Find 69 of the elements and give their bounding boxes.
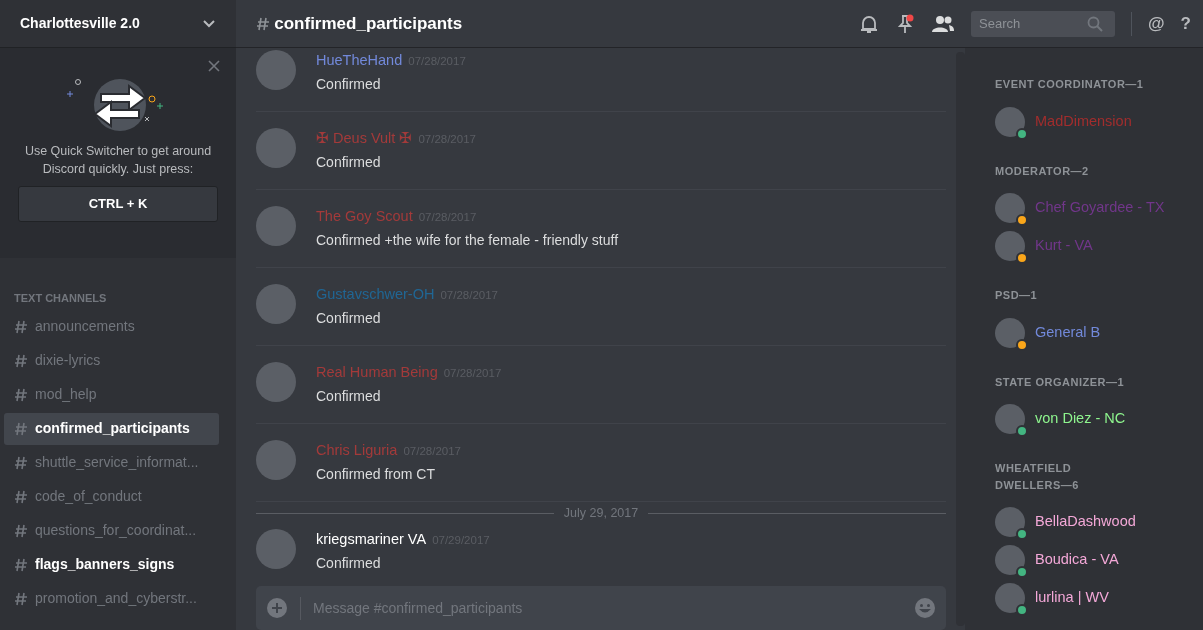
author-name[interactable]: kriegsmariner VA <box>316 530 427 547</box>
channel-item[interactable]: shuttle_service_informat... <box>4 446 219 479</box>
search-field[interactable]: Search <box>977 12 1088 35</box>
member-name[interactable]: lurlina | WV <box>1035 587 1109 609</box>
server-name: Charlottesville 2.0 <box>20 14 140 33</box>
user-avatar <box>256 284 296 324</box>
members-icon[interactable] <box>931 13 956 34</box>
bell-icon[interactable] <box>859 13 880 34</box>
member-name[interactable]: MadDimension <box>1035 110 1132 133</box>
member-name[interactable]: Boudica - VA <box>1035 549 1119 571</box>
user-avatar <box>256 128 296 168</box>
member-name[interactable]: Chef Goyardee - TX <box>1035 197 1165 219</box>
channel-title: confirmed_participants <box>274 12 463 35</box>
role-heading: EVENT COORDINATOR—1 <box>995 77 1145 92</box>
author-name[interactable]: Chris Liguria <box>316 442 398 458</box>
message-text: Confirmed <box>316 386 382 406</box>
message-text: Confirmed <box>316 74 382 94</box>
author-name[interactable]: Real Human Being <box>316 364 438 380</box>
date-divider-label: July 29, 2017 <box>563 505 639 522</box>
channel-item[interactable]: flags_banners_signs <box>4 548 219 581</box>
role-heading: PSD—1 <box>995 288 1039 303</box>
role-heading: WHEATFIELD DWELLERS—6 <box>995 461 1080 493</box>
author-name[interactable]: HueTheHand <box>316 52 403 68</box>
channel-item[interactable]: mod_help <box>4 378 219 411</box>
member-name[interactable]: von Diez - NC <box>1035 408 1126 430</box>
user-avatar <box>256 362 296 402</box>
author-name[interactable]: Gustavschwer-OH <box>316 286 435 302</box>
chevron-down-icon[interactable] <box>202 18 216 29</box>
quick-switcher-hint: Use Quick Switcher to get around Discord quickly. Just press: <box>23 143 213 178</box>
user-avatar <box>256 440 296 480</box>
channel-item[interactable]: announcements <box>4 310 219 343</box>
channel-item[interactable]: confirmed_participants <box>4 412 219 445</box>
hash-icon <box>256 15 271 32</box>
hash-icon <box>14 556 29 573</box>
message-text: Confirmed <box>316 308 382 328</box>
channel-category: TEXT CHANNELS <box>14 291 108 306</box>
channel-item[interactable]: code_of_conduct <box>4 480 219 513</box>
author-name[interactable]: The Goy Scout <box>316 208 413 224</box>
hash-icon <box>14 420 29 437</box>
message-text: Confirmed from CT <box>316 464 437 484</box>
role-heading: MODERATOR—2 <box>995 163 1090 179</box>
member-name[interactable]: BellaDashwood <box>1035 511 1136 533</box>
user-avatar <box>256 50 296 90</box>
channel-item[interactable]: dixie-lyrics <box>4 344 219 377</box>
member-name[interactable]: Kurt - VA <box>1035 235 1093 257</box>
message-text: Confirmed <box>316 553 382 572</box>
user-avatar <box>256 528 296 569</box>
member-name[interactable]: General B <box>1035 321 1101 344</box>
mention-button[interactable]: @ <box>1148 10 1165 37</box>
shortcut-button[interactable]: CTRL + K <box>18 186 218 222</box>
message-text: Confirmed <box>316 152 382 172</box>
search-icon <box>1087 15 1104 32</box>
author-name[interactable]: ✠ Deus Vult ✠ <box>316 130 413 146</box>
hash-icon <box>14 318 29 335</box>
hash-icon <box>14 352 29 369</box>
pin-icon[interactable] <box>895 13 916 34</box>
hash-icon <box>14 590 29 607</box>
role-heading: STATE ORGANIZER—1 <box>995 374 1126 390</box>
channel-item[interactable]: questions_for_coordinat... <box>4 514 219 547</box>
user-avatar <box>256 206 296 246</box>
channel-item[interactable]: promotion_and_cyberstr... <box>4 582 219 615</box>
hash-icon <box>14 522 29 539</box>
hash-icon <box>14 488 29 505</box>
hash-icon <box>14 386 29 403</box>
close-icon[interactable] <box>208 60 220 72</box>
message-text: Confirmed +the wife for the female - friendly stuff <box>316 230 619 250</box>
search-bar[interactable]: Search <box>971 10 1116 37</box>
hash-icon <box>14 454 29 471</box>
help-button[interactable]: ? <box>1180 10 1191 37</box>
